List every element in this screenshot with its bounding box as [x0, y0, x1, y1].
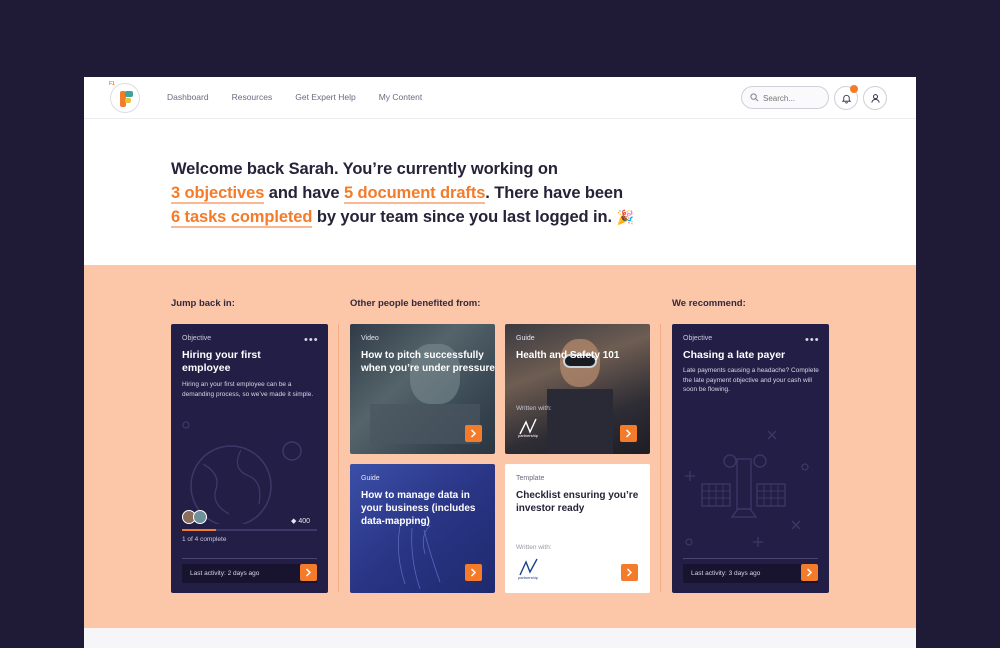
column-divider [338, 324, 339, 592]
card-title: How to manage data in your business (inc… [361, 490, 476, 527]
tasks-link[interactable]: 6 tasks completed [171, 208, 312, 228]
nav-link-get-expert-help[interactable]: Get Expert Help [295, 92, 355, 102]
profile-button[interactable] [863, 86, 887, 110]
card-title: Hiring your first employee [182, 349, 261, 374]
open-card-button[interactable] [801, 564, 818, 581]
more-options-icon[interactable]: ••• [805, 335, 820, 346]
svg-text:partnership: partnership [518, 575, 539, 580]
notification-badge [850, 85, 858, 93]
template-card[interactable]: Template Checklist ensuring you’re inves… [505, 464, 650, 593]
card-rule [683, 558, 818, 559]
card-kicker: Objective [182, 335, 212, 342]
objective-card[interactable]: Objective ••• Hiring your first employee… [171, 324, 328, 593]
app-window: F1 Dashboard Resources Get Expert Help M… [84, 77, 916, 648]
welcome-text-4: by your team since you last logged in. [312, 208, 612, 226]
nav-link-my-content[interactable]: My Content [379, 92, 422, 102]
content-section: Jump back in: Other people benefited fro… [84, 265, 916, 628]
open-card-button[interactable] [465, 564, 482, 581]
globe-illustration-icon [182, 421, 302, 524]
written-with-label: Written with: [516, 405, 552, 412]
progress-bar [182, 529, 317, 531]
open-card-button[interactable] [300, 564, 317, 581]
nav-link-resources[interactable]: Resources [232, 92, 273, 102]
open-card-button[interactable] [620, 425, 637, 442]
card-kicker: Guide [516, 335, 535, 342]
drop-icon: ◆ [291, 518, 297, 525]
search-input[interactable] [763, 91, 823, 105]
open-card-button[interactable] [621, 564, 638, 581]
top-nav: F1 Dashboard Resources Get Expert Help M… [84, 77, 916, 119]
points-value: ◆ 400 [291, 517, 310, 525]
guide-card-data[interactable]: Guide How to manage data in your busines… [350, 464, 495, 593]
nav-links: Dashboard Resources Get Expert Help My C… [167, 92, 445, 102]
card-kicker: Guide [361, 475, 380, 482]
column-divider [660, 324, 661, 592]
card-kicker: Video [361, 335, 379, 342]
user-icon [871, 94, 880, 103]
chevron-right-icon [625, 429, 632, 438]
card-description: Late payments causing a headache? Comple… [683, 367, 819, 393]
progress-label: 1 of 4 complete [182, 536, 227, 543]
chevron-right-icon [806, 568, 813, 577]
nav-link-dashboard[interactable]: Dashboard [167, 92, 209, 102]
chevron-right-icon [626, 568, 633, 577]
card-title: Health and Safety 101 [516, 350, 620, 361]
points-label: 400 [298, 518, 311, 525]
recommended-objective-card[interactable]: Objective ••• Chasing a late payer Late … [672, 324, 829, 593]
notifications-button[interactable] [834, 85, 858, 110]
bell-icon [841, 94, 852, 104]
progress-fill [182, 529, 216, 531]
card-title: How to pitch successfully when you’re un… [361, 350, 495, 374]
written-with-label: Written with: [516, 544, 552, 551]
video-card[interactable]: Video How to pitch successfully when you… [350, 324, 495, 454]
section-heading-recommend: We recommend: [672, 298, 746, 309]
chevron-right-icon [305, 568, 312, 577]
card-description: Hiring an your first employee can be a d… [182, 381, 314, 398]
welcome-text-1: Welcome back Sarah. You’re currently wor… [171, 160, 558, 178]
guide-card-health-safety[interactable]: Guide Health and Safety 101 Written with… [505, 324, 650, 454]
welcome-text-2: and have [264, 184, 344, 202]
page-footer-strip [84, 628, 916, 648]
open-card-button[interactable] [465, 425, 482, 442]
chevron-right-icon [470, 568, 477, 577]
more-options-icon[interactable]: ••• [304, 335, 319, 346]
chevron-right-icon [470, 429, 477, 438]
logo[interactable]: F1 [109, 81, 140, 113]
logo-tag: F1 [109, 81, 115, 87]
card-rule [182, 558, 317, 559]
search-box[interactable] [741, 86, 829, 109]
drafts-link[interactable]: 5 document drafts [343, 184, 485, 204]
section-heading-jump-back: Jump back in: [171, 298, 235, 309]
partner-logo-icon: partnership [518, 558, 539, 580]
last-activity: Last activity: 3 days ago [683, 564, 818, 583]
svg-text:partnership: partnership [518, 433, 539, 438]
card-kicker: Template [516, 475, 545, 482]
avatar [193, 510, 207, 524]
objectives-link[interactable]: 3 objectives [171, 184, 264, 204]
invoice-illustration-icon [685, 430, 809, 547]
card-kicker: Objective [683, 335, 713, 342]
partner-logo-icon: partnership [518, 418, 539, 438]
section-heading-others: Other people benefited from: [350, 298, 481, 309]
search-icon [750, 93, 759, 102]
party-icon: 🎉 [616, 209, 634, 225]
card-title: Chasing a late payer [683, 349, 786, 361]
last-activity: Last activity: 2 days ago [182, 564, 317, 583]
welcome-message: Welcome back Sarah. You’re currently wor… [171, 157, 691, 229]
welcome-text-3: . There have been [485, 184, 623, 202]
card-title: Checklist ensuring you’re investor ready [516, 490, 639, 514]
